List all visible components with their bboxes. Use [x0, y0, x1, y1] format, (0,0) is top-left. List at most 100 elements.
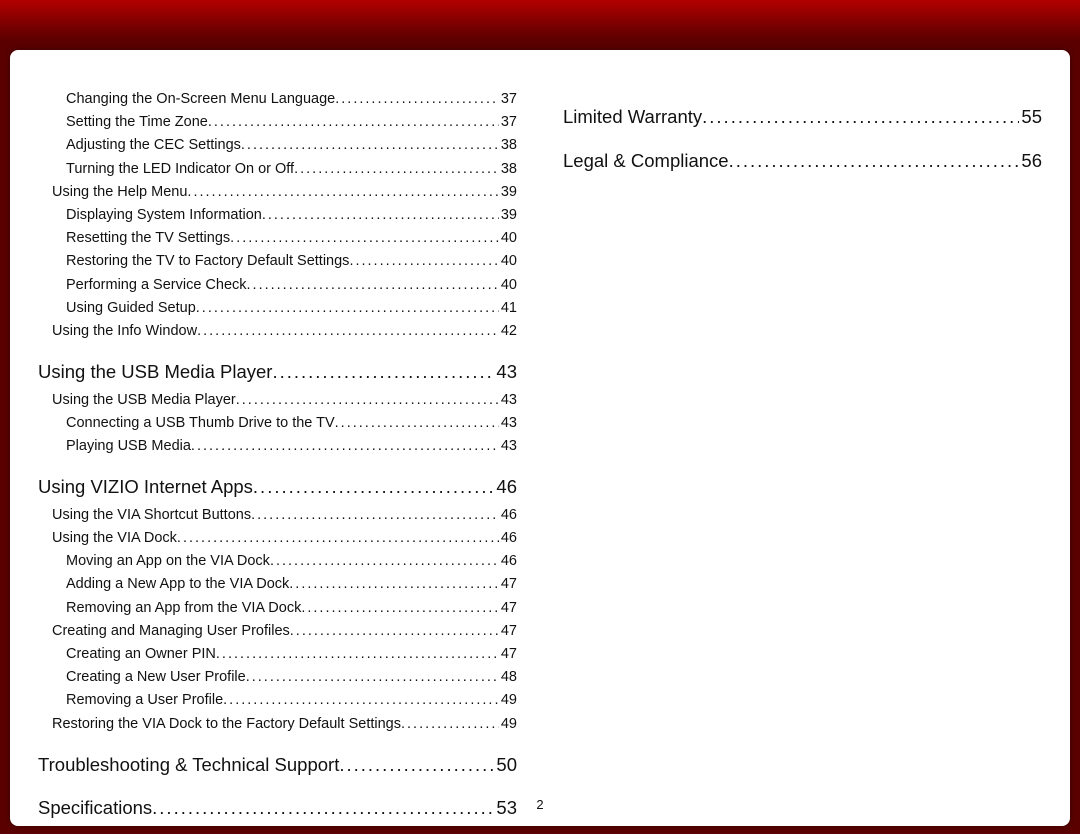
toc-title: Using Guided Setup: [66, 297, 196, 320]
toc-page: 48: [499, 666, 517, 689]
toc-leader: [246, 666, 499, 689]
toc-page: 49: [499, 713, 517, 736]
toc-title: Creating an Owner PIN: [66, 643, 216, 666]
toc-title: Restoring the VIA Dock to the Factory De…: [52, 713, 401, 736]
toc-leader: [223, 689, 499, 712]
toc-leader: [208, 111, 499, 134]
toc-title: Playing USB Media: [66, 435, 191, 458]
toc-page: 43: [499, 412, 517, 435]
toc-page: 55: [1019, 102, 1042, 132]
toc-page: 40: [499, 274, 517, 297]
toc-title: Displaying System Information: [66, 204, 262, 227]
toc-title: Removing an App from the VIA Dock: [66, 597, 301, 620]
toc-leader: [191, 435, 499, 458]
toc-page: 37: [499, 88, 517, 111]
toc-title: Using the VIA Shortcut Buttons: [52, 504, 251, 527]
toc-entry[interactable]: Setting the Time Zone 37: [38, 111, 517, 134]
toc-title: Connecting a USB Thumb Drive to the TV: [66, 412, 335, 435]
toc-entry[interactable]: Using the USB Media Player43: [38, 389, 517, 412]
toc-leader: [335, 412, 499, 435]
toc-leader: [216, 643, 499, 666]
toc-leader: [349, 250, 498, 273]
toc-page: 41: [499, 297, 517, 320]
toc-page: 56: [1019, 146, 1042, 176]
page-number: 2: [10, 797, 1070, 812]
toc-title: Restoring the TV to Factory Default Sett…: [66, 250, 349, 273]
toc-leader: [401, 713, 499, 736]
toc-entry[interactable]: Using the Info Window42: [38, 320, 517, 343]
toc-entry[interactable]: Using Guided Setup 41: [38, 297, 517, 320]
toc-leader: [289, 573, 499, 596]
toc-entry[interactable]: Using the VIA Dock 46: [38, 527, 517, 550]
toc-page: 46: [494, 472, 517, 502]
toc-title: Using the USB Media Player: [52, 389, 236, 412]
toc-page: 42: [499, 320, 517, 343]
toc-entry[interactable]: Legal & Compliance56: [563, 146, 1042, 176]
toc-leader: [187, 181, 498, 204]
toc-title: Using the VIA Dock: [52, 527, 177, 550]
toc-title: Using the USB Media Player: [38, 357, 272, 387]
toc-title: Limited Warranty: [563, 102, 702, 132]
toc-title: Removing a User Profile: [66, 689, 223, 712]
toc-page: 37: [499, 111, 517, 134]
toc-title: Creating a New User Profile: [66, 666, 246, 689]
toc-page: 40: [499, 227, 517, 250]
toc-title: Setting the Time Zone: [66, 111, 208, 134]
toc-entry[interactable]: Restoring the TV to Factory Default Sett…: [38, 250, 517, 273]
toc-entry[interactable]: Performing a Service Check 40: [38, 274, 517, 297]
toc-page: 46: [499, 527, 517, 550]
toc-entry[interactable]: Using VIZIO Internet Apps 46: [38, 472, 517, 502]
toc-entry[interactable]: Turning the LED Indicator On or Off38: [38, 158, 517, 181]
toc-leader: [253, 472, 495, 502]
toc-entry[interactable]: Adjusting the CEC Settings38: [38, 134, 517, 157]
toc-entry[interactable]: Using the VIA Shortcut Buttons46: [38, 504, 517, 527]
toc-leader: [272, 357, 494, 387]
toc-leader: [241, 134, 499, 157]
toc-entry[interactable]: Creating an Owner PIN47: [38, 643, 517, 666]
toc-entry[interactable]: Using the USB Media Player 43: [38, 357, 517, 387]
toc-leader: [702, 102, 1019, 132]
toc-entry[interactable]: Limited Warranty 55: [563, 102, 1042, 132]
toc-page: 47: [499, 620, 517, 643]
toc-title: Resetting the TV Settings: [66, 227, 230, 250]
toc-page: 43: [494, 357, 517, 387]
toc-entry[interactable]: Restoring the VIA Dock to the Factory De…: [38, 713, 517, 736]
toc-leader: [197, 320, 499, 343]
toc-leader: [236, 389, 499, 412]
toc-title: Creating and Managing User Profiles: [52, 620, 290, 643]
toc-entry[interactable]: Adding a New App to the VIA Dock47: [38, 573, 517, 596]
toc-leader: [294, 158, 499, 181]
toc-title: Moving an App on the VIA Dock: [66, 550, 270, 573]
toc-page: 43: [499, 435, 517, 458]
toc-title: Performing a Service Check: [66, 274, 247, 297]
toc-entry[interactable]: Removing a User Profile 49: [38, 689, 517, 712]
toc-entry[interactable]: Creating and Managing User Profiles 47: [38, 620, 517, 643]
document-page: Changing the On-Screen Menu Language37Se…: [10, 50, 1070, 826]
toc-entry[interactable]: Connecting a USB Thumb Drive to the TV 43: [38, 412, 517, 435]
toc-entry[interactable]: Removing an App from the VIA Dock 47: [38, 597, 517, 620]
toc-entry[interactable]: Resetting the TV Settings 40: [38, 227, 517, 250]
toc-column-left: Changing the On-Screen Menu Language37Se…: [38, 88, 517, 806]
toc-leader: [335, 88, 499, 111]
toc-leader: [729, 146, 1020, 176]
toc-leader: [301, 597, 499, 620]
toc-title: Using VIZIO Internet Apps: [38, 472, 253, 502]
toc-entry[interactable]: Troubleshooting & Technical Support 50: [38, 750, 517, 780]
toc-entry[interactable]: Displaying System Information 39: [38, 204, 517, 227]
toc-entry[interactable]: Changing the On-Screen Menu Language37: [38, 88, 517, 111]
toc-page: 39: [499, 204, 517, 227]
toc-columns: Changing the On-Screen Menu Language37Se…: [38, 88, 1042, 806]
toc-column-right: Limited Warranty 55 Legal & Compliance56: [563, 88, 1042, 806]
toc-entry[interactable]: Playing USB Media 43: [38, 435, 517, 458]
toc-page: 46: [499, 550, 517, 573]
toc-page: 50: [494, 750, 517, 780]
toc-page: 47: [499, 597, 517, 620]
toc-entry[interactable]: Moving an App on the VIA Dock 46: [38, 550, 517, 573]
toc-title: Using the Help Menu: [52, 181, 187, 204]
toc-entry[interactable]: Using the Help Menu39: [38, 181, 517, 204]
toc-leader: [247, 274, 499, 297]
toc-entry[interactable]: Creating a New User Profile 48: [38, 666, 517, 689]
toc-leader: [251, 504, 499, 527]
toc-page: 49: [499, 689, 517, 712]
toc-title: Troubleshooting & Technical Support: [38, 750, 339, 780]
